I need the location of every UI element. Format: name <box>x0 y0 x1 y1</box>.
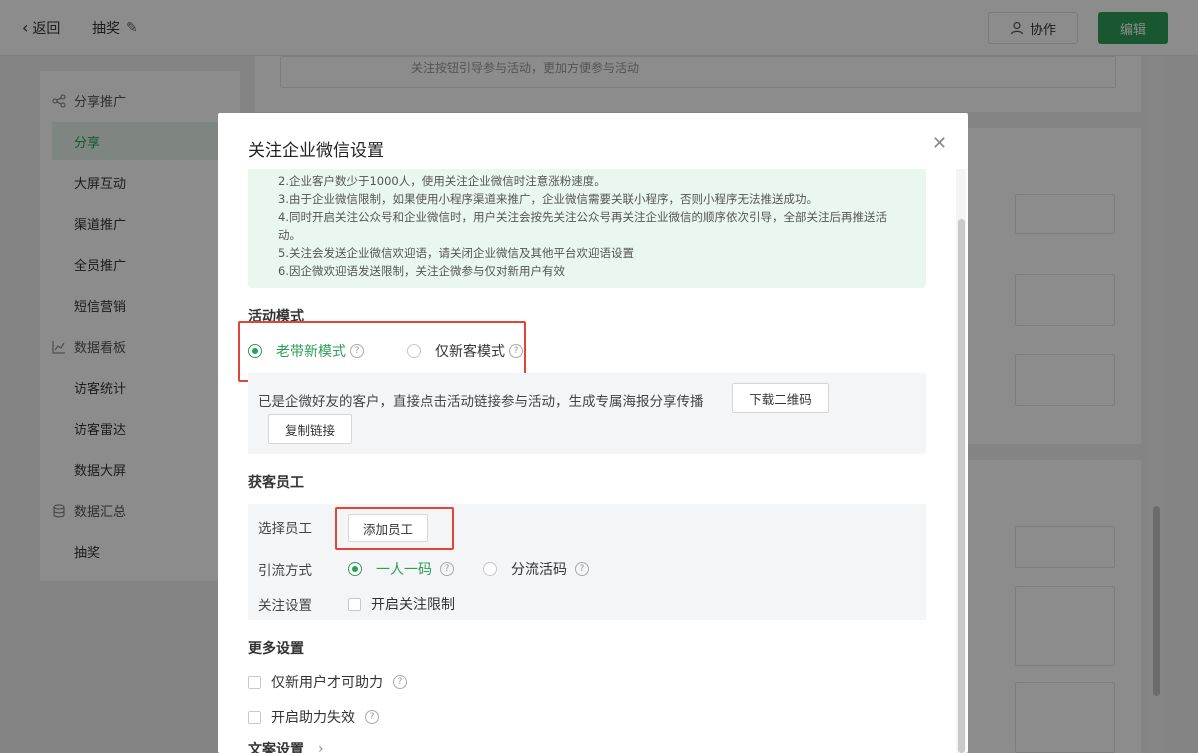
notice-line: 6.因企微欢迎语发送限制，关注企微参与仅对新用户有效 <box>278 264 565 278</box>
notice-line: 动。 <box>278 228 301 242</box>
notice-panel: 2.企业客户数少于1000人，使用关注企业微信时注意涨粉速度。 3.由于企业微信… <box>248 169 926 288</box>
staff-section-title: 获客员工 <box>248 475 304 491</box>
radio-unselected[interactable] <box>483 562 497 576</box>
traffic-split-code-radio[interactable]: 分流活码 ? <box>483 559 589 579</box>
follow-wecom-settings-dialog: 关注企业微信设置 ✕ 2.企业客户数少于1000人，使用关注企业微信时注意涨粉速… <box>218 113 968 753</box>
help-icon[interactable]: ? <box>393 675 407 689</box>
new-user-only-checkbox[interactable]: 仅新用户才可助力 ? <box>248 672 407 692</box>
traffic-one-code-radio[interactable]: 一人一码 ? <box>348 559 454 579</box>
copy-settings-label: 文案设置 <box>248 742 304 753</box>
notice-line: 3.由于企业微信限制，如果使用小程序渠道来推广，企业微信需要关联小程序，否则小程… <box>278 192 818 206</box>
mode-description: 已是企微好友的客户，直接点击活动链接参与活动，生成专属海报分享传播 <box>258 394 704 410</box>
notice-line: 2.企业客户数少于1000人，使用关注企业微信时注意涨粉速度。 <box>278 174 606 188</box>
traffic-option-label: 分流活码 <box>511 562 567 578</box>
help-icon[interactable]: ? <box>575 562 589 576</box>
highlight-box <box>335 507 454 550</box>
dialog-scrollbar-thumb[interactable] <box>958 219 965 753</box>
follow-setting-label: 关注设置 <box>258 598 312 614</box>
help-icon[interactable]: ? <box>365 710 379 724</box>
copy-settings-link[interactable]: 文案设置 › <box>248 739 324 753</box>
close-icon[interactable]: ✕ <box>932 135 947 153</box>
traffic-mode-label: 引流方式 <box>258 563 312 579</box>
checkbox-box[interactable] <box>248 675 261 689</box>
mode-detail-panel: 已是企微好友的客户，直接点击活动链接参与活动，生成专属海报分享传播 下载二维码 … <box>248 373 926 454</box>
new-user-only-label: 仅新用户才可助力 <box>271 675 383 691</box>
help-expire-checkbox[interactable]: 开启助力失效 ? <box>248 707 379 727</box>
help-icon[interactable]: ? <box>440 562 454 576</box>
copy-link-button[interactable]: 复制链接 <box>268 414 352 444</box>
follow-limit-label: 开启关注限制 <box>371 597 455 613</box>
dialog-title: 关注企业微信设置 <box>248 141 384 161</box>
radio-selected[interactable] <box>348 562 362 576</box>
notice-line: 4.同时开启关注公众号和企业微信时，用户关注会按先关注公众号再关注企业微信的顺序… <box>278 210 887 224</box>
checkbox-box[interactable] <box>248 710 261 724</box>
help-expire-label: 开启助力失效 <box>271 710 355 726</box>
notice-line: 5.关注会发送企业微信欢迎语，请关闭企业微信及其他平台欢迎语设置 <box>278 246 634 260</box>
dialog-body: 2.企业客户数少于1000人，使用关注企业微信时注意涨粉速度。 3.由于企业微信… <box>218 169 968 753</box>
more-settings-title: 更多设置 <box>248 641 304 657</box>
select-staff-label: 选择员工 <box>258 521 312 537</box>
download-qr-button[interactable]: 下载二维码 <box>732 383 829 413</box>
dialog-header: 关注企业微信设置 ✕ <box>218 113 968 169</box>
checkbox-box[interactable] <box>348 597 361 611</box>
chevron-right-icon: › <box>318 741 324 753</box>
follow-limit-checkbox[interactable]: 开启关注限制 <box>348 594 455 614</box>
traffic-option-label: 一人一码 <box>376 562 432 578</box>
